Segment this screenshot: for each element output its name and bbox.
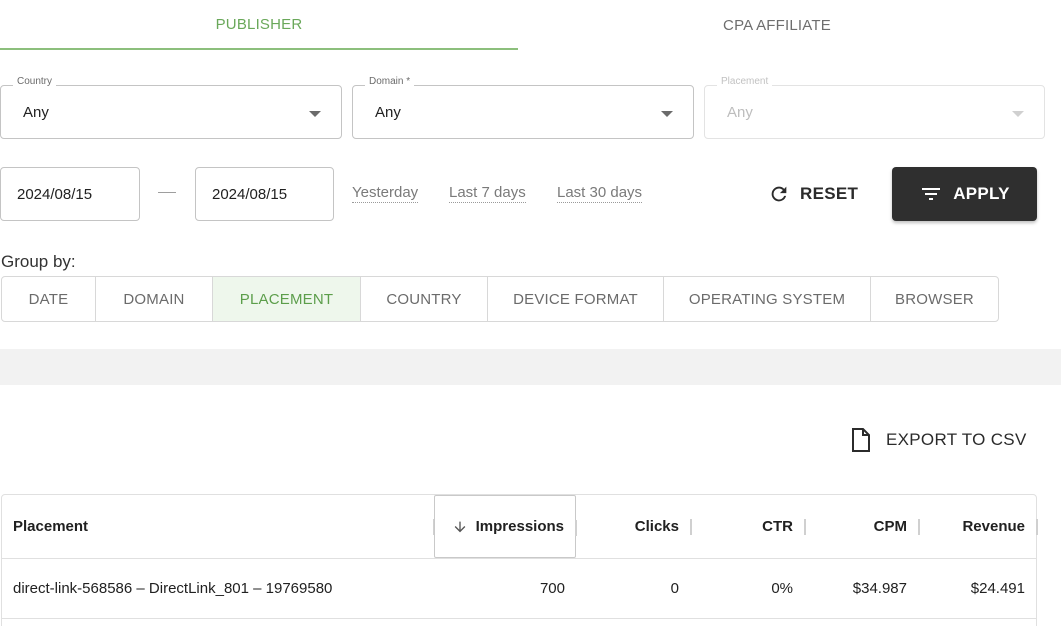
quick-range-last-30-days[interactable]: Last 30 days — [557, 184, 643, 203]
cell-ctr: 0% — [771, 580, 793, 597]
group-by-browser[interactable]: BROWSER — [871, 277, 998, 321]
filter-icon — [922, 188, 941, 200]
reset-button[interactable]: RESET — [760, 169, 870, 219]
group-by-domain[interactable]: DOMAIN — [96, 277, 213, 321]
export-csv-label: EXPORT TO CSV — [886, 430, 1027, 449]
cell-revenue: $24.491 — [970, 580, 1025, 597]
country-select[interactable]: Country Any — [0, 76, 342, 139]
tab-cpa-affiliate[interactable]: CPA AFFILIATE — [518, 0, 1036, 50]
group-by-device-format[interactable]: DEVICE FORMAT — [488, 277, 664, 321]
group-by-date[interactable]: DATE — [2, 277, 96, 321]
apply-button[interactable]: APPLY — [892, 167, 1037, 221]
column-header-placement[interactable]: Placement — [13, 495, 435, 558]
caret-down-icon — [661, 111, 673, 117]
cell-clicks: 0 — [670, 580, 679, 597]
column-header-label: Impressions — [475, 518, 564, 535]
tab-bar: PUBLISHER CPA AFFILIATE — [0, 0, 1037, 50]
caret-down-icon — [309, 111, 321, 117]
apply-button-label: APPLY — [953, 184, 1010, 203]
placement-select-label: Placement — [717, 76, 773, 87]
arrow-down-icon — [454, 521, 465, 532]
column-header-clicks[interactable]: Clicks — [576, 495, 692, 558]
cell-impressions: 700 — [539, 580, 565, 597]
cell-placement: direct-link-568586 – DirectLink_801 – 19… — [13, 580, 333, 597]
column-header-label: Revenue — [962, 518, 1025, 535]
group-by-country[interactable]: COUNTRY — [361, 277, 488, 321]
placement-select: Placement Any — [704, 76, 1045, 139]
placement-select-value: Any — [727, 104, 753, 121]
table-header: Placement Impressions Clicks CTR CPM Rev… — [2, 495, 1038, 559]
group-by-label: Group by: — [1, 252, 76, 271]
domain-select-label: Domain * — [365, 76, 415, 87]
file-icon — [852, 428, 870, 452]
tab-publisher[interactable]: PUBLISHER — [0, 0, 518, 50]
date-from-input[interactable]: 2024/08/15 — [0, 167, 140, 221]
column-header-label: CTR — [762, 518, 793, 535]
domain-select[interactable]: Domain * Any — [352, 76, 694, 139]
column-header-label: Clicks — [634, 518, 679, 535]
column-header-impressions[interactable]: Impressions — [434, 495, 577, 558]
section-divider-band — [0, 349, 1061, 385]
domain-select-value: Any — [375, 104, 401, 121]
date-to-input[interactable]: 2024/08/15 — [195, 167, 334, 221]
reset-button-label: RESET — [800, 184, 859, 203]
caret-down-icon — [1012, 111, 1024, 117]
export-csv-button[interactable]: EXPORT TO CSV — [850, 425, 1027, 455]
country-select-value: Any — [23, 104, 49, 121]
country-select-label: Country — [13, 76, 57, 87]
column-header-label: Placement — [13, 518, 89, 535]
group-by-operating-system[interactable]: OPERATING SYSTEM — [664, 277, 871, 321]
quick-range-last-7-days[interactable]: Last 7 days — [449, 184, 526, 203]
group-by-toggle: DATE DOMAIN PLACEMENT COUNTRY DEVICE FOR… — [1, 276, 999, 322]
column-separator[interactable] — [1036, 519, 1038, 535]
table-row[interactable]: direct-link-568586 – DirectLink_801 – 19… — [2, 559, 1036, 619]
report-table: Placement Impressions Clicks CTR CPM Rev… — [1, 494, 1038, 626]
cell-cpm: $34.987 — [852, 580, 907, 597]
refresh-icon — [771, 186, 787, 202]
column-header-revenue[interactable]: Revenue — [918, 495, 1038, 558]
quick-range-yesterday[interactable]: Yesterday — [352, 184, 419, 203]
group-by-placement[interactable]: PLACEMENT — [213, 277, 361, 321]
date-range-separator — [158, 192, 176, 193]
column-header-label: CPM — [873, 518, 907, 535]
column-header-cpm[interactable]: CPM — [804, 495, 920, 558]
column-header-ctr[interactable]: CTR — [690, 495, 806, 558]
